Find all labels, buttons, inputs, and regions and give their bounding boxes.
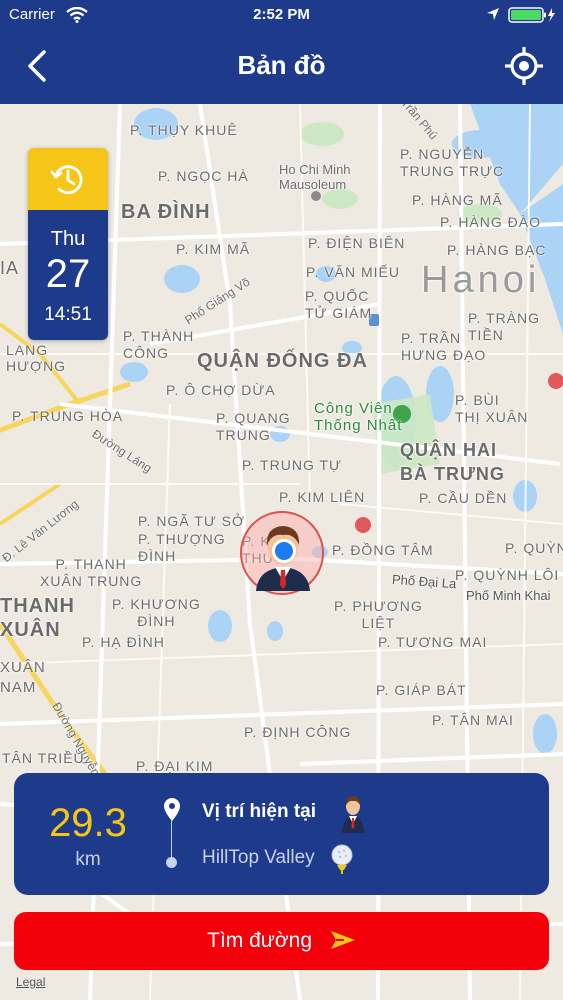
map-label: IA [0, 258, 20, 278]
map-label: P. VĂN MIẾU [306, 264, 400, 280]
map-label: P. TRUNG TỰ [242, 457, 342, 473]
map-label: P. THANH XUÂN TRUNG [40, 556, 143, 589]
map-label: P. NGỌC HÀ [158, 168, 249, 184]
map-label: Ho Chi Minh Mausoleum [279, 162, 351, 192]
map-label: BA ĐÌNH [121, 201, 211, 223]
map-label: P. QUỲNH LÔI [455, 567, 560, 583]
map-label: P. KHƯƠNG ĐÌNH [112, 596, 201, 629]
location-dot [272, 539, 296, 563]
time-label: 14:51 [44, 304, 92, 325]
status-time: 2:52 PM [253, 6, 310, 23]
paper-plane-icon [330, 931, 355, 949]
map-label: P. KIM LIÊN [279, 489, 366, 505]
map-label: Hanoi [421, 259, 541, 301]
map-label: P. ĐẠI KIM [136, 758, 214, 774]
map-label: P. Ô CHỢ DỪA [166, 382, 276, 398]
map-label: LANG HƯỢNG [6, 342, 67, 374]
status-bar: Carrier 2:52 PM [0, 0, 563, 30]
find-route-content: Tìm đường [14, 929, 549, 953]
map-label: Phố Minh Khai [466, 588, 551, 603]
location-arrow-icon [487, 8, 499, 20]
day-number: 27 [45, 252, 91, 296]
route-connector-dot [166, 857, 177, 868]
map-label: P. ĐIỆN BIÊN [308, 235, 406, 251]
destination-label: HillTop Valley [202, 847, 315, 868]
current-location-label: Vị trí hiện tại [202, 801, 317, 822]
map-label: P. QUANG TRUNG [216, 410, 291, 443]
map-label: P. NGUYỄN TRUNG TRỰC [400, 146, 505, 179]
map-label: P. THƯỢNG ĐÌNH [138, 531, 226, 564]
map-label: P. BÙI THỊ XUÂN [455, 392, 529, 425]
route-connector-line [171, 819, 172, 861]
golf-ball-icon [331, 844, 353, 874]
map-label: XUÂN NAM [0, 659, 46, 696]
clock-history-icon [50, 165, 83, 195]
map-label: P. TƯƠNG MAI [378, 634, 488, 650]
user-location-marker[interactable] [240, 511, 324, 595]
map-label: QUẬN ĐỐNG ĐA [197, 350, 368, 372]
map-label: P. TÂN MAI [432, 712, 514, 728]
map-label: P. GIÁP BÁT [376, 682, 467, 698]
map-label: P. TRUNG HÒA [12, 408, 124, 424]
map-label: P. TRẦN HƯNG ĐẠO [401, 330, 487, 363]
find-route-button[interactable]: Tìm đường [14, 912, 549, 970]
day-of-week: Thu [50, 228, 86, 250]
map-label: P. THÀNH CÔNG [123, 328, 195, 361]
map-label: P. ĐỒNG TÂM [332, 542, 434, 558]
map-label: P. NGÃ TƯ SỞ [138, 513, 246, 529]
map-label: THANH XUÂN [0, 595, 75, 641]
map-label: P. HÀNG MÃ [412, 192, 503, 208]
date-card-body: Thu 27 14:51 [28, 210, 108, 340]
find-route-label: Tìm đường [207, 929, 312, 952]
map-label: P. HÀNG ĐÀO [440, 214, 541, 230]
route-info-card[interactable]: 29.3 km Vị trí hiện tại HillTop Valley [14, 773, 549, 895]
navigation-bar: Carrier 2:52 PM Bản đồ [0, 0, 563, 104]
map-label: P. HẠ ĐÌNH [82, 634, 165, 650]
map-label: P. CẦU DỀN [419, 490, 508, 506]
map-label: P. ĐỊNH CÔNG [244, 724, 352, 740]
distance-unit: km [75, 849, 101, 870]
page-title: Bản đồ [237, 50, 326, 80]
map-label: TÂN TRIỀU [2, 750, 85, 766]
map-label: P. PHƯƠNG LIỆT [334, 598, 423, 631]
legal-link[interactable]: Legal [16, 975, 45, 989]
map-label: P. THỤY KHUÊ [130, 122, 238, 138]
date-card-header [28, 148, 108, 210]
distance-value: 29.3 [49, 801, 127, 845]
map-label: P. QUỲN [505, 540, 563, 556]
map-label: P. KIM MÃ [176, 241, 251, 257]
map-label: P. HÀNG BẠC [447, 242, 547, 258]
businessman-small-icon [342, 796, 364, 833]
map-label: QUẬN HAI BÀ TRƯNG [400, 440, 505, 484]
date-card[interactable]: Thu 27 14:51 [28, 148, 108, 340]
map-label: P. QUỐC TỬ GIÁM [305, 288, 373, 321]
map-label-park: Công Viên Thống Nhất [314, 400, 403, 434]
map-pin-icon [164, 798, 180, 821]
crosshair-icon[interactable] [504, 46, 544, 86]
battery-icon [508, 7, 555, 23]
